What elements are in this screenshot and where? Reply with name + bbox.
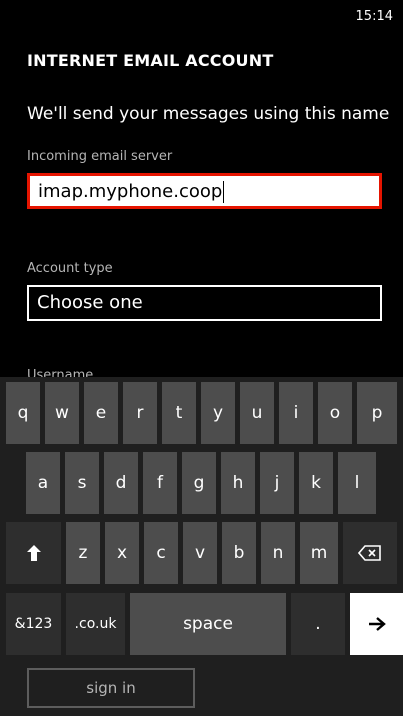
key-y[interactable]: y [201,382,235,444]
key-m[interactable]: m [300,522,338,584]
account-type-select[interactable]: Choose one [27,285,382,321]
incoming-server-input[interactable]: imap.myphone.coop [27,173,382,209]
key-w[interactable]: w [45,382,79,444]
key-f[interactable]: f [143,452,177,514]
key-r[interactable]: r [123,382,157,444]
status-bar: 15:14 [0,0,403,34]
key-s[interactable]: s [65,452,99,514]
shift-arrow-up-icon [26,545,41,561]
status-time: 15:14 [355,9,393,24]
period-key[interactable]: . [291,593,345,655]
key-j[interactable]: j [260,452,294,514]
domain-key[interactable]: .co.uk [66,593,125,655]
key-v[interactable]: v [183,522,217,584]
key-o[interactable]: o [318,382,352,444]
key-l[interactable]: l [338,452,376,514]
key-n[interactable]: n [261,522,295,584]
arrow-right-icon [368,617,386,631]
key-e[interactable]: e [84,382,118,444]
incoming-server-label: Incoming email server [27,149,173,164]
key-h[interactable]: h [221,452,255,514]
key-a[interactable]: a [26,452,60,514]
space-key[interactable]: space [130,593,286,655]
key-q[interactable]: q [6,382,40,444]
key-x[interactable]: x [105,522,139,584]
intro-text: We'll send your messages using this name [27,104,390,124]
key-i[interactable]: i [279,382,313,444]
key-u[interactable]: u [240,382,274,444]
incoming-server-value: imap.myphone.coop [38,181,223,202]
key-c[interactable]: c [144,522,178,584]
enter-key[interactable] [350,593,403,655]
key-p[interactable]: p [357,382,397,444]
key-d[interactable]: d [104,452,138,514]
key-z[interactable]: z [66,522,100,584]
key-t[interactable]: t [162,382,196,444]
backspace-key[interactable] [343,522,397,584]
shift-key[interactable] [6,522,61,584]
sign-in-button[interactable]: sign in [27,668,195,708]
text-caret [223,181,225,203]
backspace-icon [358,545,381,561]
page-title: INTERNET EMAIL ACCOUNT [27,51,274,70]
key-b[interactable]: b [222,522,256,584]
key-g[interactable]: g [182,452,216,514]
key-k[interactable]: k [299,452,333,514]
onscreen-keyboard: q w e r t y u i o p a s d f g h j k l z … [0,377,403,716]
account-type-value: Choose one [37,292,143,313]
symbols-key[interactable]: &123 [6,593,61,655]
account-type-label: Account type [27,261,113,276]
